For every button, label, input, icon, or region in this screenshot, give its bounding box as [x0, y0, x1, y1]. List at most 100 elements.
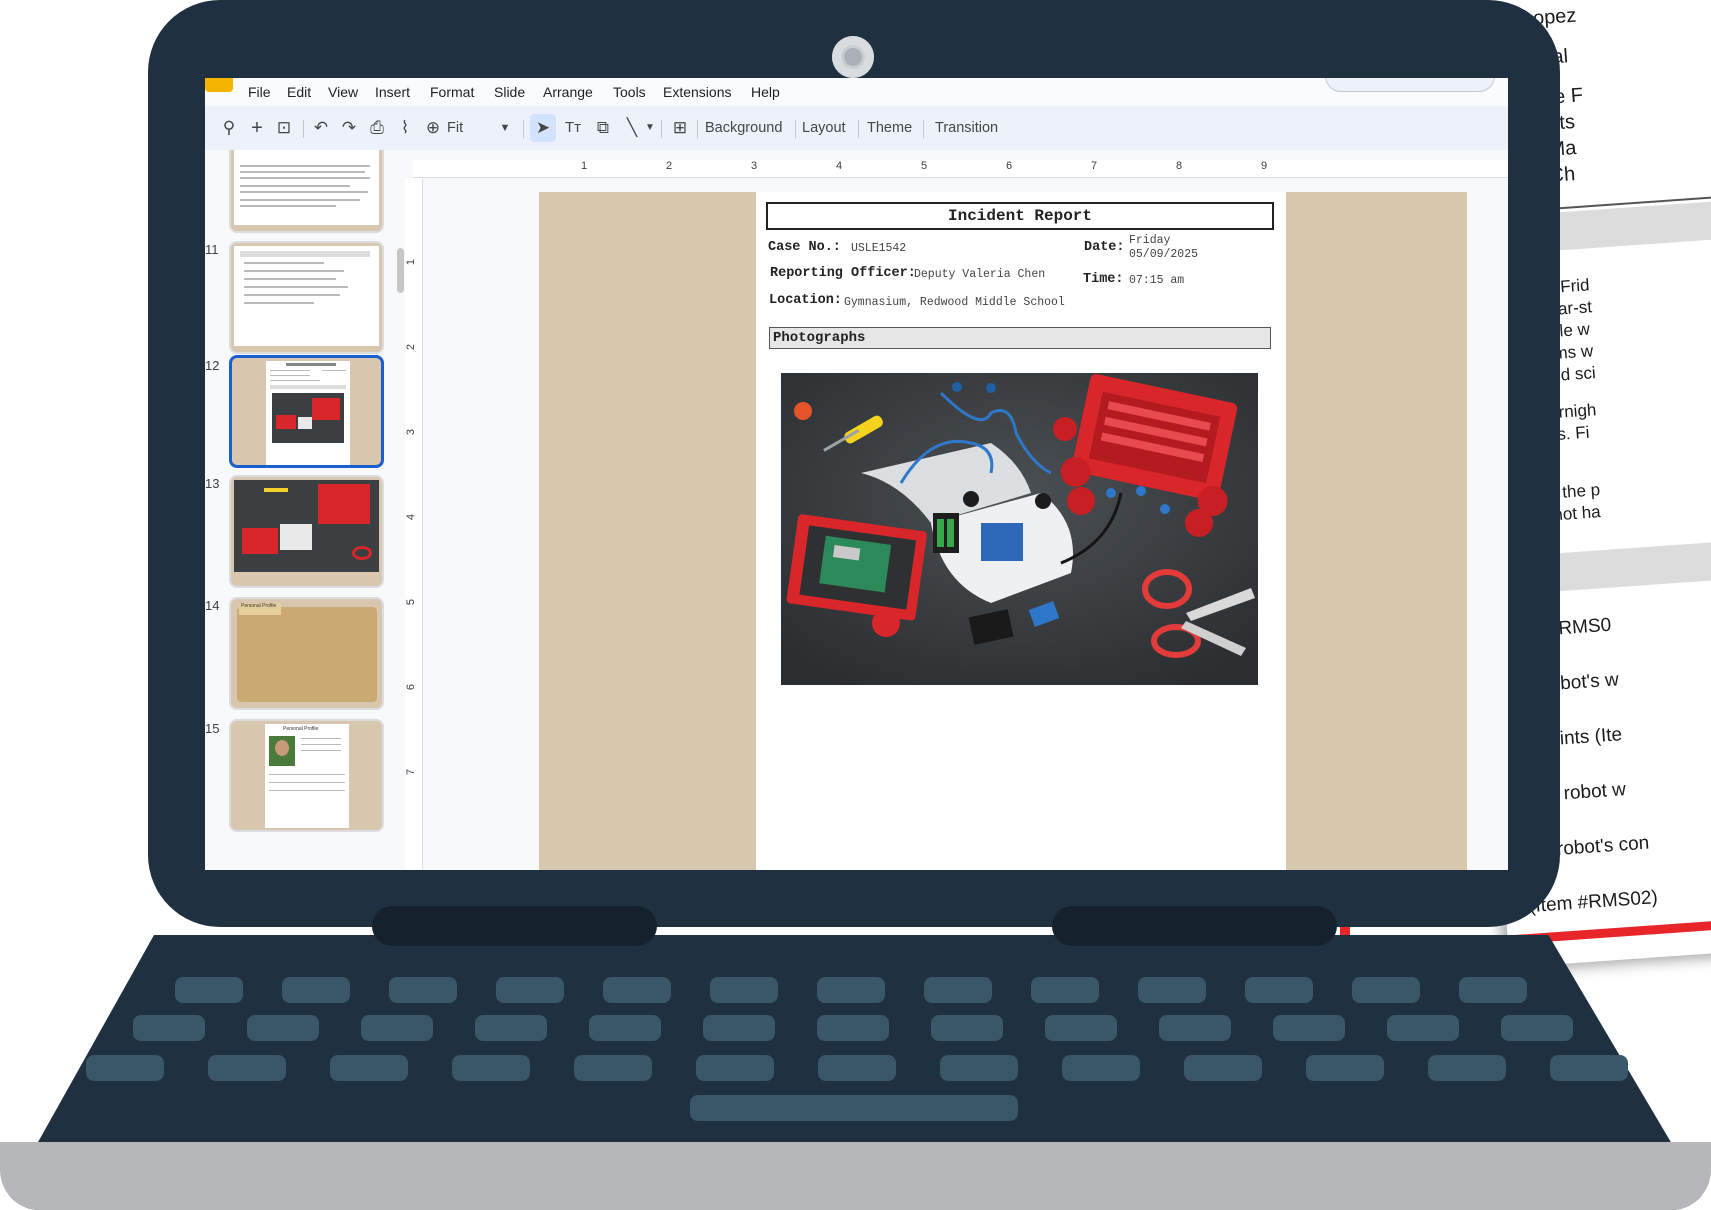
toolbar-divider [858, 120, 859, 138]
keyboard-key [330, 1055, 408, 1081]
keyboard-key [817, 1015, 889, 1041]
keyboard-key [496, 977, 564, 1003]
keyboard-key [703, 1015, 775, 1041]
report-title: Incident Report [766, 202, 1274, 230]
slide-thumbnail[interactable] [229, 150, 384, 233]
keyboard-key [818, 1055, 896, 1081]
toolbar-divider [523, 120, 524, 138]
date-value: 05/09/2025 [1129, 248, 1199, 261]
slide-thumbnail[interactable]: Personal Profile [229, 597, 384, 710]
vertical-ruler: 1 2 3 4 5 6 7 [405, 178, 423, 870]
case-no-label: Case No.: [768, 240, 841, 255]
slide-number: 11 [205, 242, 219, 257]
menu-insert[interactable]: Insert [375, 78, 410, 106]
filmstrip-scrollbar[interactable] [397, 248, 404, 293]
keyboard-key [247, 1015, 319, 1041]
keyboard-key [86, 1055, 164, 1081]
search-icon[interactable]: ⚲ [217, 114, 241, 142]
ruler-mark: 5 [405, 598, 418, 606]
location-label: Location: [769, 293, 842, 308]
slide-thumbnail[interactable] [229, 475, 384, 588]
menu-edit[interactable]: Edit [287, 78, 311, 106]
keyboard-key [940, 1055, 1018, 1081]
toolbar-divider [303, 120, 304, 138]
keyboard-key [924, 977, 992, 1003]
slide-number: 12 [205, 358, 220, 373]
ruler-mark: 3 [751, 160, 758, 172]
keyboard-key [931, 1015, 1003, 1041]
case-no-value: USLE1542 [851, 242, 907, 255]
incident-report-document: Incident Report Case No.: USLE1542 Date:… [756, 192, 1286, 870]
shape-icon[interactable]: ⧉ [590, 114, 616, 142]
zoom-select[interactable]: Fit [447, 114, 463, 142]
keyboard-key [1550, 1055, 1628, 1081]
toolbar-divider [661, 120, 662, 138]
keyboard-key [1159, 1015, 1231, 1041]
officer-label: Reporting Officer: [770, 266, 916, 281]
keyboard-key [696, 1055, 774, 1081]
ruler-mark: 6 [1006, 160, 1013, 172]
keyboard-key [1459, 977, 1527, 1003]
webcam-icon [832, 36, 874, 78]
laptop-illustration: e: Mr. Lopez Principal Science F Student… [0, 0, 1711, 1210]
layout-button[interactable]: Layout [802, 114, 846, 142]
menu-help[interactable]: Help [751, 78, 780, 106]
slide-number: 13 [205, 476, 220, 491]
officer-value: Deputy Valeria Chen [914, 268, 1046, 281]
keyboard-key [1273, 1015, 1345, 1041]
slides-app-window: File Edit View Insert Format Slide Arran… [205, 78, 1508, 870]
toolbar-divider [697, 120, 698, 138]
line-icon[interactable]: ╲ [620, 114, 644, 142]
chevron-down-icon[interactable]: ▼ [643, 114, 657, 142]
current-slide[interactable]: Incident Report Case No.: USLE1542 Date:… [539, 192, 1467, 870]
keyboard-key [1387, 1015, 1459, 1041]
ruler-mark: 1 [581, 160, 588, 172]
keyboard-key [1138, 977, 1206, 1003]
keyboard-key [603, 977, 671, 1003]
slide-number: 15 [205, 721, 220, 736]
ruler-mark: 7 [405, 768, 418, 776]
chevron-down-icon[interactable]: ▼ [495, 114, 515, 142]
date-day-value: Friday [1129, 234, 1171, 247]
slide-thumbnail[interactable] [229, 241, 384, 354]
spacebar-key [690, 1095, 1018, 1121]
evidence-photo[interactable] [781, 373, 1258, 685]
paint-format-icon[interactable]: ⌇ [393, 114, 417, 142]
zoom-icon[interactable]: ⊕ [421, 114, 445, 142]
theme-button[interactable]: Theme [867, 114, 912, 142]
undo-icon[interactable]: ↶ [309, 114, 333, 142]
text-box-icon[interactable]: Tт [560, 114, 586, 142]
select-icon[interactable]: ➤ [530, 114, 556, 142]
keyboard-key [1062, 1055, 1140, 1081]
menu-extensions[interactable]: Extensions [663, 78, 731, 106]
ruler-mark: 2 [666, 160, 673, 172]
redo-icon[interactable]: ↷ [337, 114, 361, 142]
menu-tools[interactable]: Tools [613, 78, 646, 106]
slideshow-button[interactable] [1325, 78, 1495, 92]
time-label: Time: [1083, 272, 1124, 287]
print-icon[interactable]: ⎙ [365, 114, 389, 142]
ruler-mark: 9 [1261, 160, 1268, 172]
new-slide-layout-icon[interactable]: ⊡ [271, 114, 297, 142]
menu-file[interactable]: File [248, 78, 271, 106]
transition-button[interactable]: Transition [935, 114, 998, 142]
slide-number: 14 [205, 598, 220, 613]
slide-thumbnail[interactable]: Personal Profile [229, 719, 384, 832]
ruler-mark: 7 [1091, 160, 1098, 172]
keyboard-key [282, 977, 350, 1003]
slides-logo-icon[interactable] [205, 78, 233, 92]
background-button[interactable]: Background [705, 114, 782, 142]
location-value: Gymnasium, Redwood Middle School [844, 296, 1065, 309]
keyboard-key [1045, 1015, 1117, 1041]
menu-view[interactable]: View [328, 78, 358, 106]
menu-slide[interactable]: Slide [494, 78, 525, 106]
ruler-mark: 1 [405, 258, 418, 266]
slide-thumbnail-selected[interactable] [229, 355, 384, 468]
comment-icon[interactable]: ⊞ [667, 114, 693, 142]
new-slide-icon[interactable]: + [245, 114, 269, 142]
keyboard-key [574, 1055, 652, 1081]
slide-canvas: 1 2 3 4 5 6 7 8 9 1 2 3 4 5 6 7 Incident Report Case N… [405, 150, 1508, 870]
menu-format[interactable]: Format [430, 78, 474, 106]
menu-arrange[interactable]: Arrange [543, 78, 593, 106]
laptop-hinge [372, 906, 657, 946]
